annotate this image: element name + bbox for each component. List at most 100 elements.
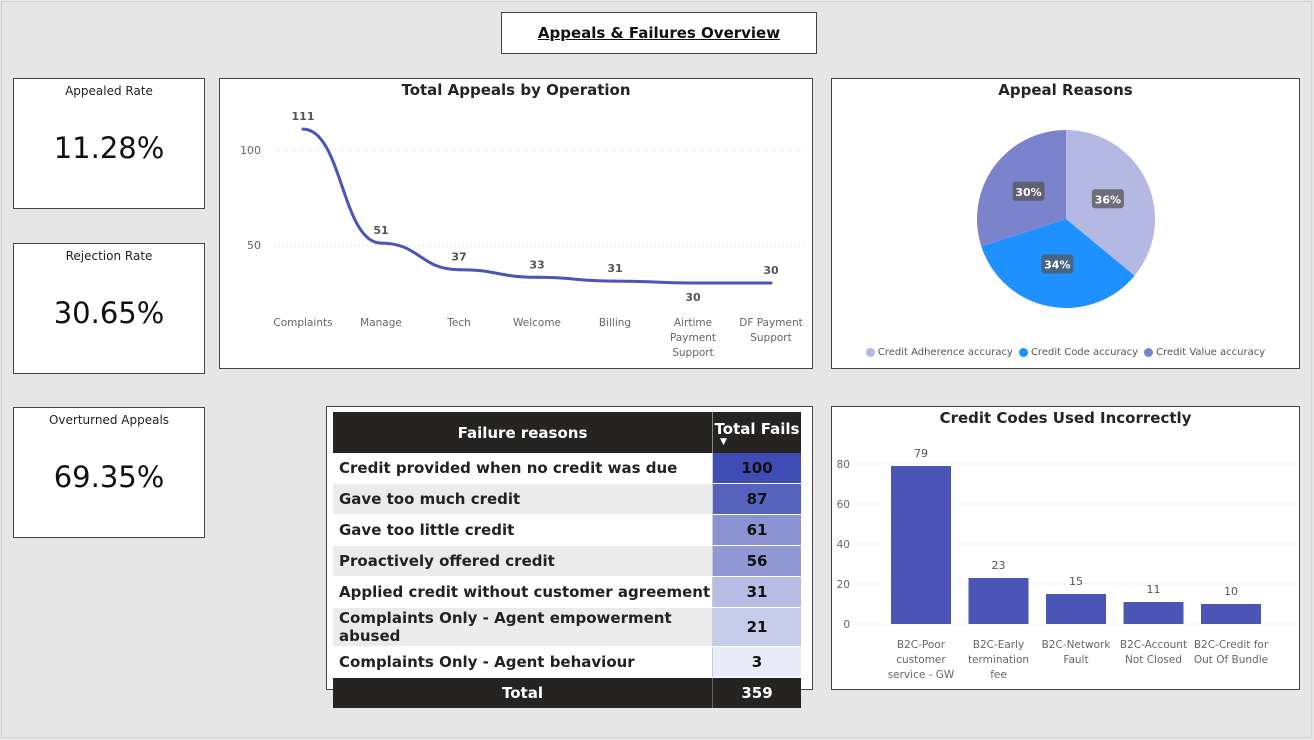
data-point xyxy=(535,275,539,279)
cell-failure-reason: Applied credit without customer agreemen… xyxy=(333,576,713,608)
table-row[interactable]: Applied credit without customer agreemen… xyxy=(333,576,801,608)
kpi-value: 69.35% xyxy=(53,460,165,494)
cell-total-fails: 56 xyxy=(712,545,801,577)
data-point xyxy=(301,127,305,131)
slice-label: 36% xyxy=(1095,193,1121,206)
table-row[interactable]: Complaints Only - Agent empowerment abus… xyxy=(333,607,801,647)
bar xyxy=(891,466,951,624)
x-tick-label: B2C-Network xyxy=(1042,639,1112,651)
data-point xyxy=(769,281,773,285)
data-point xyxy=(379,241,383,245)
y-tick-label: 80 xyxy=(837,459,850,471)
x-tick-label: Not Closed xyxy=(1125,654,1182,666)
y-tick-label: 100 xyxy=(240,144,261,157)
data-label: 37 xyxy=(451,251,466,264)
table-row[interactable]: Gave too much credit 87 xyxy=(333,483,801,515)
cell-total-fails: 87 xyxy=(712,483,801,515)
bar-chart-card[interactable]: Credit Codes Used Incorrectly 0 20 40 60 80 7… xyxy=(831,406,1300,690)
x-tick-label: B2C-Credit for xyxy=(1194,639,1269,651)
cell-total-fails: 21 xyxy=(712,607,801,647)
cell-total-fails: 61 xyxy=(712,514,801,546)
table-row[interactable]: Credit provided when no credit was due 10… xyxy=(333,453,801,484)
x-tick-label: Manage xyxy=(360,317,402,329)
kpi-card-appealed-rate[interactable]: Appealed Rate 11.28% xyxy=(13,78,205,209)
x-tick-label: Airtime xyxy=(674,317,712,329)
line-chart-card[interactable]: Total Appeals by Operation 50 100 111 51 37 3… xyxy=(219,78,813,369)
pie-chart-card[interactable]: Appeal Reasons 36% 34% 30% Credit Adherenc… xyxy=(831,78,1300,369)
x-tick-label: Out Of Bundle xyxy=(1194,654,1268,666)
kpi-card-overturned-appeals[interactable]: Overturned Appeals 69.35% xyxy=(13,407,205,538)
line-chart: 50 100 111 51 37 33 31 30 30 Complaints Manage Tech… xyxy=(240,110,805,359)
cell-failure-reason: Complaints Only - Agent behaviour xyxy=(333,646,713,678)
x-tick-label: Complaints xyxy=(273,317,332,329)
table-header-row: Failure reasons Total Fails ▼ xyxy=(333,412,801,453)
cell-total-fails: 3 xyxy=(712,646,801,678)
cell-failure-reason: Complaints Only - Agent empowerment abus… xyxy=(333,607,713,647)
legend-item[interactable]: Credit Value accuracy xyxy=(1144,347,1265,358)
data-point xyxy=(457,268,461,272)
y-tick-label: 50 xyxy=(247,239,261,252)
legend-marker xyxy=(1018,348,1028,357)
x-tick-label: customer xyxy=(896,654,946,666)
kpi-label: Appealed Rate xyxy=(65,84,153,98)
cell-failure-reason: Credit provided when no credit was due xyxy=(333,453,713,484)
data-label: 51 xyxy=(373,224,388,237)
legend-marker xyxy=(1144,348,1154,357)
bar xyxy=(1046,594,1106,624)
slice-label: 34% xyxy=(1044,258,1070,271)
legend-label: Credit Adherence accuracy xyxy=(877,347,1013,358)
x-tick-label: Welcome xyxy=(513,317,561,329)
data-label: 111 xyxy=(292,110,315,123)
bar xyxy=(1201,604,1261,624)
y-tick-label: 40 xyxy=(837,539,850,551)
legend-label: Credit Code accuracy xyxy=(1030,347,1139,358)
pie-legend: Credit Adherence accuracy Credit Code acc… xyxy=(832,347,1299,358)
table-total-row: Total 359 xyxy=(333,677,801,708)
page-title: Appeals & Failures Overview xyxy=(537,24,781,42)
column-header-reason[interactable]: Failure reasons xyxy=(333,412,713,453)
legend-item[interactable]: Credit Code accuracy xyxy=(1018,347,1139,358)
x-tick-label: termination xyxy=(968,654,1029,666)
legend-item[interactable]: Credit Adherence accuracy xyxy=(865,347,1013,358)
bar xyxy=(968,578,1029,624)
x-tick-label: B2C-Early xyxy=(973,639,1025,651)
data-label: 10 xyxy=(1224,585,1238,598)
pie-chart: 36% 34% 30% xyxy=(977,130,1155,308)
data-point xyxy=(613,279,617,283)
kpi-value: 11.28% xyxy=(53,131,165,165)
table-row[interactable]: Complaints Only - Agent behaviour 3 xyxy=(333,646,801,678)
kpi-card-rejection-rate[interactable]: Rejection Rate 30.65% xyxy=(13,243,205,374)
x-tick-label: Fault xyxy=(1063,654,1088,666)
bar xyxy=(1123,602,1184,624)
data-label: 11 xyxy=(1147,583,1161,596)
cell-total-fails: 100 xyxy=(712,453,801,484)
data-label: 15 xyxy=(1069,575,1083,588)
cell-failure-reason: Proactively offered credit xyxy=(333,545,713,577)
legend-marker xyxy=(865,348,875,357)
data-label: 79 xyxy=(914,447,928,460)
legend-label: Credit Value accuracy xyxy=(1156,347,1266,358)
sort-descending-icon[interactable]: ▼ xyxy=(714,437,800,446)
failure-table-card[interactable]: Failure reasons Total Fails ▼ Credit pro… xyxy=(326,406,813,708)
y-tick-label: 20 xyxy=(837,579,850,591)
y-tick-label: 60 xyxy=(837,499,850,511)
x-tick-label: B2C-Account xyxy=(1120,639,1187,651)
cell-failure-reason: Gave too much credit xyxy=(333,483,713,515)
cell-total-fails: 31 xyxy=(712,576,801,608)
slice-label: 30% xyxy=(1015,186,1041,199)
x-tick-label: DF Payment xyxy=(739,317,802,329)
x-tick-label: Tech xyxy=(446,317,471,329)
kpi-label: Overturned Appeals xyxy=(48,413,170,427)
column-header-total-fails[interactable]: Total Fails ▼ xyxy=(712,412,801,453)
kpi-value: 30.65% xyxy=(53,296,165,330)
column-header-label: Total Fails xyxy=(714,419,800,438)
data-label: 23 xyxy=(992,559,1006,572)
table-row[interactable]: Gave too little credit 61 xyxy=(333,514,801,546)
data-label: 30 xyxy=(685,291,701,304)
data-label: 33 xyxy=(529,258,544,271)
x-tick-label: Support xyxy=(750,332,792,344)
y-tick-label: 0 xyxy=(843,619,850,631)
x-tick-label: service - GW xyxy=(888,669,955,681)
table-row[interactable]: Proactively offered credit 56 xyxy=(333,545,801,577)
page-title-box: Appeals & Failures Overview xyxy=(501,12,817,54)
